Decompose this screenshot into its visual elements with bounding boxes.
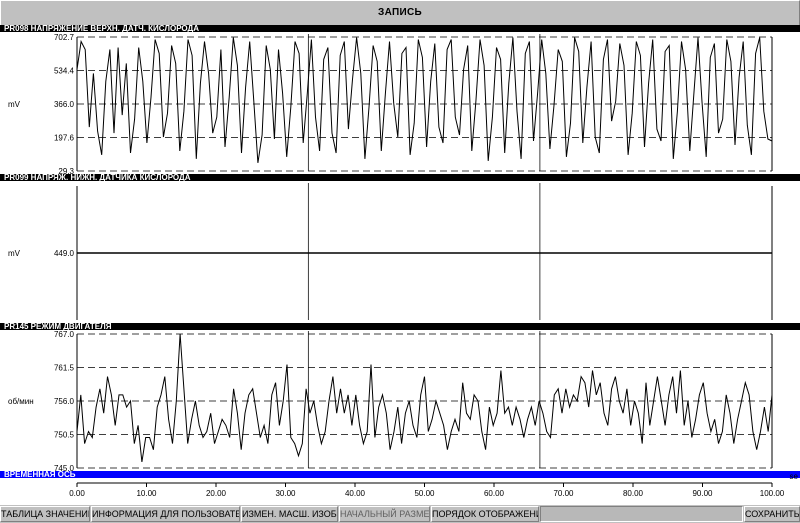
- time-axis-tick-label-7: 60.00: [484, 489, 505, 498]
- panel-1-title: PR098 НАПРЯЖЕНИЕ ВЕРХН. ДАТЧ. КИСЛОРОДА: [4, 25, 199, 33]
- time-axis-tick-label-4: 30.00: [275, 489, 296, 498]
- user-info-button[interactable]: ИНФОРМАЦИЯ ДЛЯ ПОЛЬЗОВАТЕЛЯ: [91, 506, 240, 522]
- panel-1-y-tick-4: 197.6: [54, 134, 75, 143]
- button-bar: ТАБЛИЦА ЗНАЧЕНИЙ ИНФОРМАЦИЯ ДЛЯ ПОЛЬЗОВА…: [0, 505, 800, 523]
- save-button[interactable]: СОХРАНИТЬ: [744, 506, 800, 522]
- time-axis-tick-label-11: 100.00: [760, 489, 785, 498]
- panel-2-title: PR099 НАПРЯЖ. НИЖН. ДАТЧИКА КИСЛОРОДА: [4, 173, 191, 182]
- empty-button-slot: [540, 506, 743, 522]
- window-title: ЗАПИСЬ: [0, 0, 800, 26]
- panel-2-y-tick-1: 449.0: [54, 249, 75, 258]
- time-axis-tick-label-2: 10.00: [136, 489, 157, 498]
- time-axis-header: [0, 471, 800, 478]
- initial-size-button[interactable]: НАЧАЛЬНЫЙ РАЗМЕР: [339, 506, 430, 522]
- plot-area: PR098 НАПРЯЖЕНИЕ ВЕРХН. ДАТЧ. КИСЛОРОДА m…: [0, 25, 800, 505]
- values-table-button[interactable]: ТАБЛИЦА ЗНАЧЕНИЙ: [0, 506, 90, 522]
- panel-3-header: [0, 323, 800, 330]
- oscilloscope-chart[interactable]: PR098 НАПРЯЖЕНИЕ ВЕРХН. ДАТЧ. КИСЛОРОДА m…: [0, 25, 800, 505]
- panel-1-y-tick-3: 366.0: [54, 100, 75, 109]
- time-axis-tick-label-5: 40.00: [345, 489, 366, 498]
- panel-3-y-unit: об/мин: [8, 397, 34, 406]
- display-order-button[interactable]: ПОРЯДОК ОТОБРАЖЕНИЯ: [431, 506, 539, 522]
- panel-1-series-line: [76, 37, 773, 163]
- panel-3-y-tick-2: 761.5: [54, 364, 75, 373]
- change-scale-button[interactable]: ИЗМЕН. МАСШ. ИЗОБР.: [241, 506, 338, 522]
- panel-3-y-tick-3: 756.0: [54, 397, 75, 406]
- panel-2-y-unit: mV: [8, 249, 21, 258]
- time-axis-tick-label-3: 20.00: [206, 489, 227, 498]
- time-axis-tick-label-10: 90.00: [692, 489, 713, 498]
- time-axis-unit: se: [790, 472, 799, 481]
- time-axis-tick-label-6: 50.00: [414, 489, 435, 498]
- panel-1-y-tick-1: 702.7: [54, 33, 75, 42]
- panel-3-series-line: [76, 333, 773, 462]
- panel-3-y-tick-1: 767.0: [54, 330, 75, 339]
- panel-1-y-unit: mV: [8, 100, 21, 109]
- time-axis-title: ВРЕМЕННАЯ ОСЬ: [4, 470, 76, 479]
- panel-1-y-tick-2: 534.4: [54, 66, 75, 75]
- time-axis-tick-label-8: 70.00: [553, 489, 574, 498]
- panel-3-y-tick-4: 750.5: [54, 431, 75, 440]
- time-axis-tick-label-9: 80.00: [623, 489, 644, 498]
- time-axis-tick-label-1: 0.00: [69, 489, 85, 498]
